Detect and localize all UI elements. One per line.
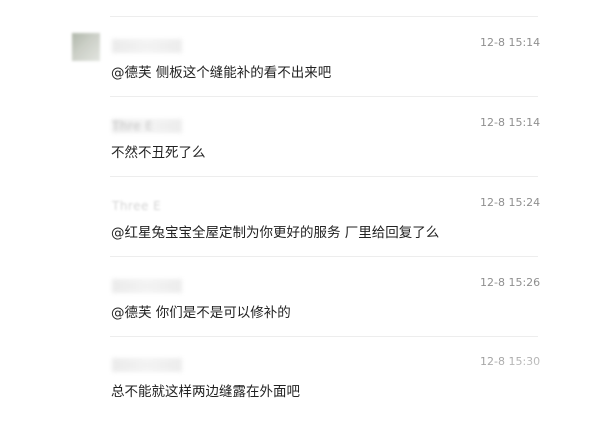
comment-text: 总不能就这样两边缝露在外面吧: [111, 384, 300, 400]
comment-time: 12-8 15:24: [480, 196, 541, 209]
avatar[interactable]: [72, 33, 100, 61]
username[interactable]: Thre E: [112, 119, 153, 133]
divider: [110, 96, 538, 97]
comment-item: Thre E 12-8 15:14 不然不丑死了么: [0, 113, 608, 193]
comment-item: Three E 12-8 15:24 @红星兔宝宝全屋定制为你更好的服务 厂里给…: [0, 193, 608, 273]
username[interactable]: Three E: [112, 199, 161, 213]
comment-text: @德芙 侧板这个缝能补的看不出来吧: [111, 65, 332, 81]
divider: [110, 256, 538, 257]
username-blurred[interactable]: [112, 279, 182, 293]
divider: [110, 336, 538, 337]
comment-text: @德芙 你们是不是可以修补的: [111, 305, 291, 321]
comment-time: 12-8 15:30: [480, 355, 541, 368]
divider: [110, 176, 538, 177]
divider: [110, 16, 538, 17]
username-blurred[interactable]: [112, 39, 182, 53]
comment-text: 不然不丑死了么: [111, 145, 206, 161]
comment-time: 12-8 15:14: [480, 116, 541, 129]
comment-item: 12-8 15:26 @德芙 你们是不是可以修补的: [0, 273, 608, 353]
comment-time: 12-8 15:14: [480, 36, 541, 49]
comment-time: 12-8 15:26: [480, 276, 541, 289]
comment-item: 12-8 15:14 @德芙 侧板这个缝能补的看不出来吧: [0, 33, 608, 113]
comment-item: 12-8 15:30 总不能就这样两边缝露在外面吧: [0, 352, 608, 432]
username-blurred[interactable]: [112, 358, 182, 372]
comment-text: @红星兔宝宝全屋定制为你更好的服务 厂里给回复了么: [111, 225, 440, 241]
